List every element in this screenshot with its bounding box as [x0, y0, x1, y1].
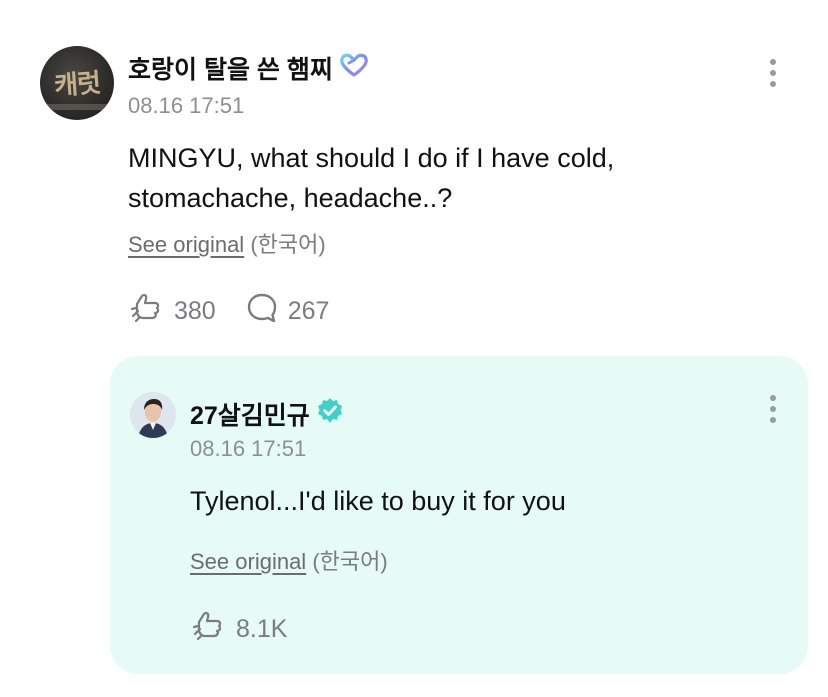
like-button[interactable]: 380 — [130, 292, 216, 331]
author-name: 호랑이 탈을 쓴 햄찌 — [128, 56, 333, 84]
dot — [770, 81, 776, 87]
post-body: MINGYU, what should I do if I have cold,… — [128, 138, 614, 218]
see-original-link[interactable]: See original — [190, 549, 306, 574]
avatar-portrait-icon — [130, 392, 176, 438]
original-language: (한국어) — [250, 232, 326, 257]
like-button[interactable]: 8.1K — [192, 610, 287, 649]
comment-bubble-icon — [246, 292, 278, 331]
avatar[interactable] — [130, 392, 176, 438]
post-timestamp: 08.16 17:51 — [128, 93, 245, 118]
avatar-decoration — [40, 104, 114, 110]
dot — [770, 395, 776, 401]
more-options-button[interactable] — [768, 395, 778, 423]
author-name: 27살김민규 — [190, 402, 310, 430]
original-language: (한국어) — [312, 549, 388, 574]
fan-post: 캐럿 호랑이 탈을 쓴 햄찌 08.16 17:51 MINGYU, what … — [0, 0, 828, 340]
dot — [770, 59, 776, 65]
like-count: 8.1K — [236, 615, 288, 643]
reaction-icon — [130, 292, 164, 331]
reply-author[interactable]: 27살김민규 — [190, 396, 344, 432]
post-author[interactable]: 호랑이 탈을 쓴 햄찌 — [128, 50, 369, 86]
avatar[interactable]: 캐럿 — [40, 46, 114, 120]
more-options-button[interactable] — [768, 59, 778, 87]
dot — [770, 406, 776, 412]
comment-count: 267 — [287, 297, 330, 325]
dot — [770, 417, 776, 423]
artist-reply-card: 27살김민규 08.16 17:51 Tylenol...I'd like to… — [110, 356, 808, 674]
post-body-line: stomachache, headache..? — [128, 183, 453, 213]
heart-outline-icon — [339, 52, 369, 85]
reply-timestamp: 08.16 17:51 — [190, 436, 307, 461]
see-original-row: See original (한국어) — [128, 227, 326, 259]
post-stats: 380 267 — [130, 292, 359, 331]
verified-check-icon — [316, 397, 344, 432]
reply-stats: 8.1K — [192, 610, 317, 649]
post-body-line: MINGYU, what should I do if I have cold, — [128, 143, 615, 173]
like-count: 380 — [174, 297, 216, 325]
reaction-icon — [192, 610, 226, 649]
avatar-text: 캐럿 — [53, 68, 102, 102]
see-original-row: See original (한국어) — [190, 544, 388, 576]
see-original-link[interactable]: See original — [128, 232, 244, 257]
comment-button[interactable]: 267 — [246, 292, 330, 331]
reply-body: Tylenol...I'd like to buy it for you — [190, 486, 566, 516]
dot — [770, 70, 776, 76]
